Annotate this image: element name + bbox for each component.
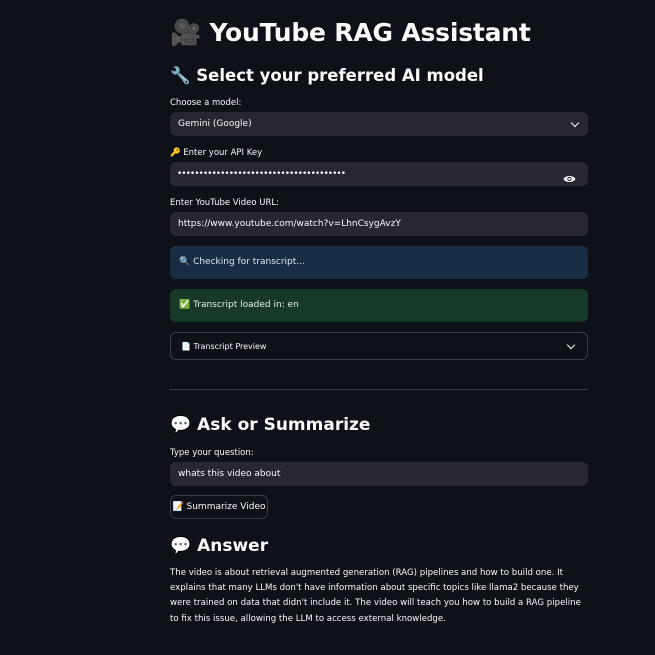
checking-transcript-alert: 🔍 Checking for transcript... bbox=[170, 246, 588, 279]
ask-section-heading: 💬 Ask or Summarize bbox=[170, 415, 370, 435]
wrench-icon: 🔧 bbox=[170, 66, 191, 85]
model-section-heading-text: Select your preferred AI model bbox=[196, 66, 484, 85]
model-select-label: Choose a model: bbox=[170, 98, 242, 108]
video-camera-icon: 🎥 bbox=[170, 18, 201, 47]
question-label: Type your question: bbox=[170, 448, 254, 458]
chevron-down-icon bbox=[566, 340, 576, 350]
answer-heading-text: Answer bbox=[197, 536, 269, 556]
question-input[interactable]: whats this video about bbox=[170, 462, 588, 486]
url-label: Enter YouTube Video URL: bbox=[170, 198, 280, 208]
url-input-value: https://www.youtube.com/watch?v=LhnCsygA… bbox=[178, 219, 401, 229]
page-title-text: YouTube RAG Assistant bbox=[209, 18, 531, 47]
url-input[interactable]: https://www.youtube.com/watch?v=LhnCsygA… bbox=[170, 212, 588, 236]
checking-transcript-text: 🔍 Checking for transcript... bbox=[179, 257, 305, 267]
answer-heading: 💬 Answer bbox=[170, 536, 268, 556]
speech-bubble-icon: 💬 bbox=[170, 536, 192, 556]
show-password-eye-icon[interactable] bbox=[563, 169, 576, 188]
transcript-loaded-alert: ✅ Transcript loaded in: en bbox=[170, 289, 588, 322]
question-input-value: whats this video about bbox=[178, 469, 281, 479]
section-divider bbox=[170, 389, 588, 390]
model-select[interactable]: Gemini (Google) bbox=[170, 112, 588, 136]
model-section-heading: 🔧 Select your preferred AI model bbox=[170, 66, 484, 86]
api-key-masked-value: ••••••••••••••••••••••••••••••••••••••• bbox=[177, 169, 346, 179]
api-key-input[interactable]: ••••••••••••••••••••••••••••••••••••••• bbox=[170, 162, 588, 186]
model-select-value: Gemini (Google) bbox=[178, 119, 252, 129]
answer-text: The video is about retrieval augmented g… bbox=[170, 568, 581, 624]
summarize-video-button[interactable]: 📝 Summarize Video bbox=[170, 495, 268, 519]
chevron-down-icon bbox=[570, 118, 580, 128]
speech-bubble-icon: 💬 bbox=[170, 415, 192, 435]
ask-section-heading-text: Ask or Summarize bbox=[197, 415, 371, 435]
transcript-preview-label: 📄 Transcript Preview bbox=[181, 342, 267, 351]
transcript-loaded-text: ✅ Transcript loaded in: en bbox=[179, 300, 299, 310]
api-key-label: 🔑 Enter your API Key bbox=[170, 148, 263, 158]
page-title: 🎥 YouTube RAG Assistant bbox=[170, 18, 531, 48]
transcript-preview-expander[interactable]: 📄 Transcript Preview bbox=[170, 332, 588, 360]
main-container: 🎥 YouTube RAG Assistant 🔧 Select your pr… bbox=[0, 0, 655, 655]
